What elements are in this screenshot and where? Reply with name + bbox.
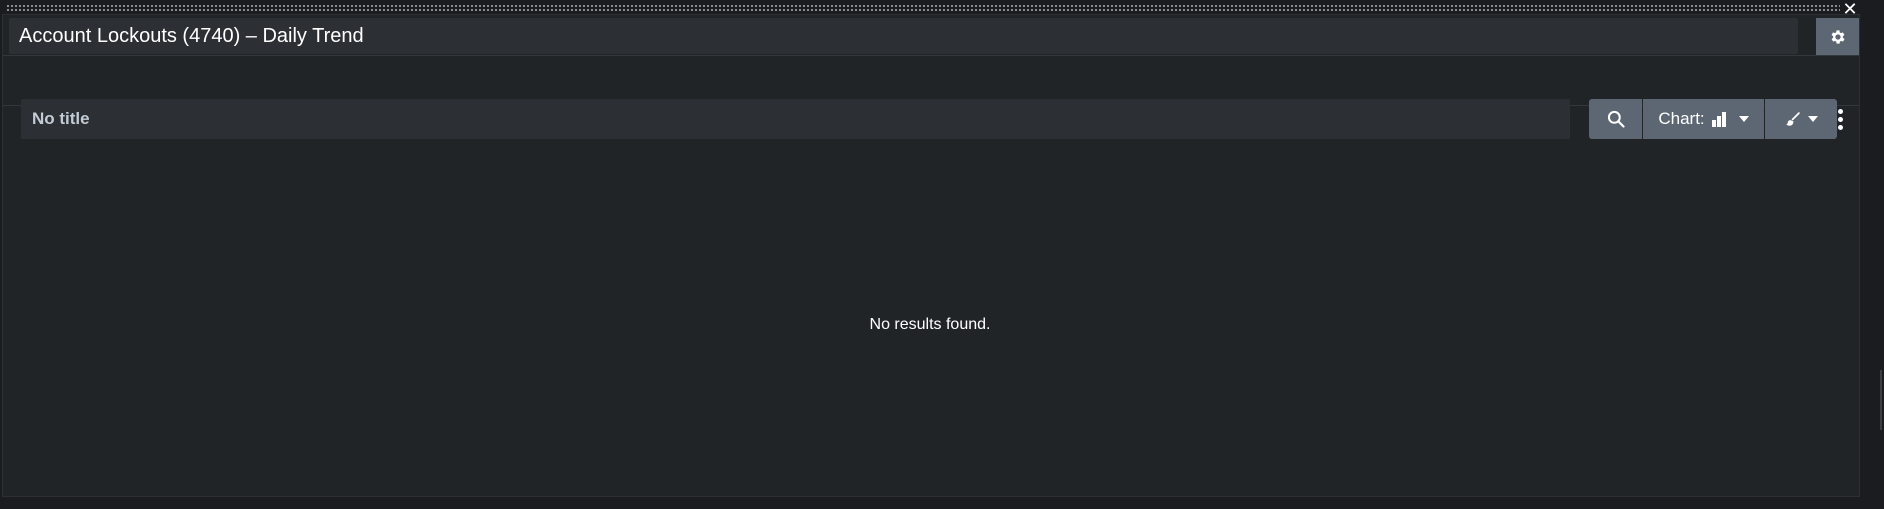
search-button[interactable] bbox=[1589, 99, 1642, 139]
visualization-title-input[interactable]: No title bbox=[21, 99, 1570, 139]
visualization-title-placeholder: No title bbox=[32, 109, 90, 128]
scrollbar[interactable] bbox=[1880, 370, 1882, 430]
more-options-button[interactable] bbox=[1835, 104, 1845, 134]
chevron-down-icon bbox=[1808, 116, 1818, 122]
dashboard-panel: Account Lockouts (4740) – Daily Trend No… bbox=[2, 14, 1860, 497]
empty-results-message: No results found. bbox=[869, 316, 991, 333]
panel-title-input[interactable]: Account Lockouts (4740) – Daily Trend bbox=[9, 18, 1798, 54]
panel-title-text: Account Lockouts (4740) – Daily Trend bbox=[19, 24, 364, 47]
dashboard-page: ✕ Account Lockouts (4740) – Daily Trend … bbox=[0, 0, 1884, 509]
visualization-toolbar: Chart: bbox=[1589, 99, 1837, 139]
chart-type-dropdown[interactable]: Chart: bbox=[1643, 99, 1764, 139]
chart-type-label: Chart: bbox=[1658, 109, 1705, 128]
vertical-ellipsis-icon bbox=[1837, 108, 1843, 114]
panel-drag-handle[interactable] bbox=[6, 4, 1840, 11]
bar-chart-icon bbox=[1711, 112, 1726, 127]
chevron-down-icon bbox=[1738, 116, 1749, 122]
paintbrush-icon bbox=[1786, 112, 1800, 126]
format-dropdown[interactable] bbox=[1765, 99, 1837, 139]
gear-icon bbox=[1831, 30, 1845, 44]
panel-description-area[interactable] bbox=[3, 56, 1859, 105]
search-icon bbox=[1607, 110, 1625, 128]
window-edge bbox=[1860, 0, 1884, 509]
panel-settings-button[interactable] bbox=[1816, 18, 1859, 56]
